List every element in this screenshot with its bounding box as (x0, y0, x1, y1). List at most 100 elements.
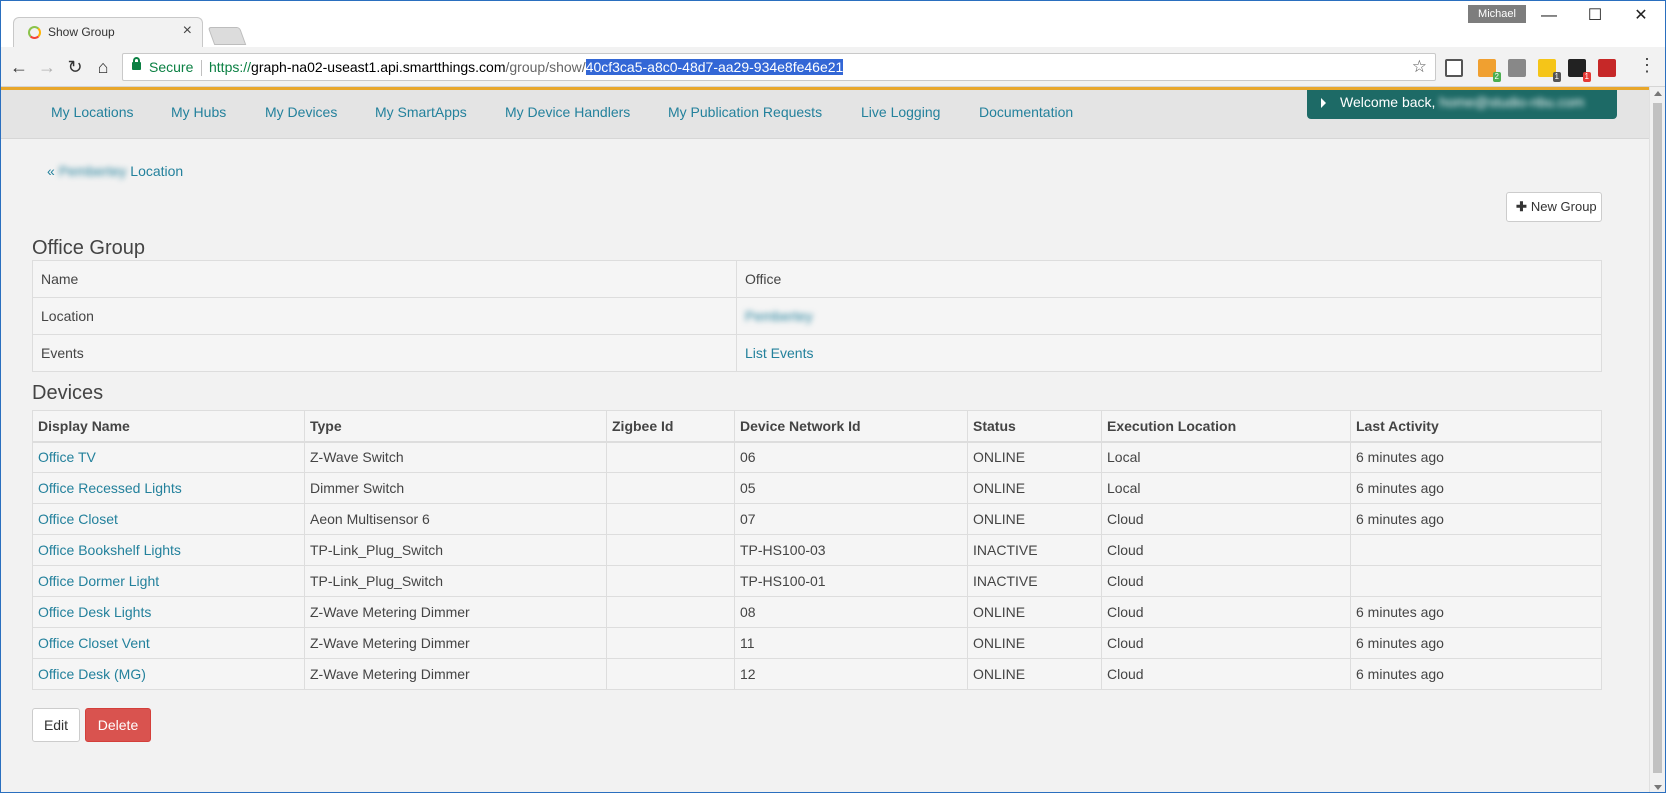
device-link[interactable]: Office Closet (38, 511, 118, 527)
cell-execution-location: Cloud (1101, 658, 1351, 690)
table-row: Office Dormer Light TP-Link_Plug_Switch TP… (32, 565, 1602, 597)
forward-button[interactable]: → (35, 55, 59, 79)
breadcrumb-location-link[interactable]: « Pembertey Location (47, 163, 183, 179)
scroll-down-icon[interactable] (1654, 785, 1662, 790)
column-header: Zigbee Id (606, 410, 735, 443)
column-header: Execution Location (1101, 410, 1351, 443)
secure-label: Secure (149, 59, 194, 75)
reload-button[interactable]: ↻ (63, 55, 87, 79)
cell-status: INACTIVE (967, 534, 1102, 566)
cell-display-name: Office TV (32, 441, 305, 473)
cell-device-network-id: TP-HS100-03 (734, 534, 968, 566)
cell-zigbee-id (606, 472, 735, 504)
url-host: graph-na02-useast1.api.smartthings.com (251, 59, 506, 75)
url-path: /group/show/ (505, 59, 586, 75)
property-value: Office (736, 260, 1602, 298)
cell-type: Z-Wave Switch (304, 441, 607, 473)
welcome-text: Welcome back, (1340, 94, 1436, 110)
close-window-button[interactable]: ✕ (1621, 5, 1661, 27)
device-link[interactable]: Office Desk (MG) (38, 666, 146, 682)
pocket-icon[interactable] (1508, 59, 1526, 77)
cell-display-name: Office Closet (32, 503, 305, 535)
location-link[interactable]: Pembertey (745, 308, 813, 324)
nav-live-logging[interactable]: Live Logging (861, 104, 940, 120)
nav-my-publication-requests[interactable]: My Publication Requests (668, 104, 822, 120)
device-link[interactable]: Office Desk Lights (38, 604, 151, 620)
column-header: Type (304, 410, 607, 443)
page-scrollbar[interactable] (1649, 87, 1665, 792)
extension-badge: 2 (1492, 72, 1501, 82)
new-tab-button[interactable] (207, 27, 247, 45)
cell-zigbee-id (606, 534, 735, 566)
cast-icon[interactable] (1445, 59, 1463, 77)
table-row: Office Bookshelf Lights TP-Link_Plug_Swit… (32, 534, 1602, 566)
cell-device-network-id: 12 (734, 658, 968, 690)
back-button[interactable]: ← (7, 55, 31, 79)
nav-my-device-handlers[interactable]: My Device Handlers (505, 104, 630, 120)
address-bar[interactable]: Secure https://graph-na02-useast1.api.sm… (122, 53, 1436, 81)
top-navigation: My Locations My Hubs My Devices My Smart… (1, 90, 1649, 139)
home-button[interactable]: ⌂ (91, 55, 115, 79)
tab-close-icon[interactable]: × (183, 22, 192, 40)
browser-menu-icon[interactable]: ⋮ (1638, 55, 1656, 76)
cell-last-activity: 6 minutes ago (1350, 658, 1602, 690)
url-text[interactable]: https://graph-na02-useast1.api.smartthin… (209, 59, 844, 75)
device-link[interactable]: Office Bookshelf Lights (38, 542, 181, 558)
nav-my-locations[interactable]: My Locations (51, 104, 133, 120)
welcome-menu[interactable]: Welcome back, home@studio-nbu.com (1307, 90, 1617, 119)
new-group-button[interactable]: ✚ New Group (1506, 192, 1602, 222)
nav-documentation[interactable]: Documentation (979, 104, 1073, 120)
amazon-icon[interactable]: 1 (1568, 59, 1591, 82)
table-row: Location Pembertey (32, 297, 1602, 335)
property-label: Location (32, 297, 737, 335)
column-header: Display Name (32, 410, 305, 443)
cell-status: ONLINE (967, 627, 1102, 659)
cell-last-activity: 6 minutes ago (1350, 627, 1602, 659)
extension-badge: 1 (1552, 72, 1561, 82)
delete-button[interactable]: Delete (85, 708, 151, 742)
table-row: Events List Events (32, 334, 1602, 372)
cell-status: INACTIVE (967, 565, 1102, 597)
cell-execution-location: Cloud (1101, 503, 1351, 535)
table-row: Name Office (32, 260, 1602, 298)
scroll-thumb[interactable] (1653, 103, 1662, 773)
bookmark-star-icon[interactable]: ☆ (1412, 57, 1427, 77)
device-link[interactable]: Office TV (38, 449, 96, 465)
browser-window: Show Group × Michael — ☐ ✕ ← → ↻ ⌂ Secur… (0, 0, 1666, 793)
cell-type: TP-Link_Plug_Switch (304, 565, 607, 597)
extension-orange-icon[interactable]: 2 (1478, 59, 1501, 82)
nav-my-smartapps[interactable]: My SmartApps (375, 104, 467, 120)
device-link[interactable]: Office Dormer Light (38, 573, 159, 589)
cell-zigbee-id (606, 441, 735, 473)
extension-badge: 1 (1582, 72, 1591, 82)
cell-status: ONLINE (967, 441, 1102, 473)
cell-execution-location: Cloud (1101, 534, 1351, 566)
cell-display-name: Office Bookshelf Lights (32, 534, 305, 566)
breadcrumb-suffix: Location (130, 163, 184, 179)
maximize-button[interactable]: ☐ (1575, 5, 1615, 27)
devices-table: Display Name Type Zigbee Id Device Netwo… (32, 410, 1602, 690)
nav-my-hubs[interactable]: My Hubs (171, 104, 226, 120)
cell-type: Z-Wave Metering Dimmer (304, 658, 607, 690)
column-header: Status (967, 410, 1102, 443)
browser-tab[interactable]: Show Group × (13, 17, 203, 47)
lastpass-icon[interactable]: 1 (1538, 59, 1561, 82)
breadcrumb-arrow: « (47, 163, 55, 179)
minimize-button[interactable]: — (1529, 5, 1569, 27)
acrobat-icon[interactable] (1598, 59, 1616, 77)
device-link[interactable]: Office Recessed Lights (38, 480, 182, 496)
device-link[interactable]: Office Closet Vent (38, 635, 150, 651)
edit-button[interactable]: Edit (32, 708, 80, 742)
new-group-label: New Group (1530, 199, 1597, 214)
cell-zigbee-id (606, 658, 735, 690)
profile-name[interactable]: Michael (1468, 5, 1526, 23)
cell-last-activity (1350, 565, 1602, 597)
table-row: Office Desk (MG) Z-Wave Metering Dimmer 12… (32, 658, 1602, 690)
cell-status: ONLINE (967, 658, 1102, 690)
nav-my-devices[interactable]: My Devices (265, 104, 337, 120)
scroll-up-icon[interactable] (1654, 91, 1662, 96)
cell-zigbee-id (606, 596, 735, 628)
cell-display-name: Office Closet Vent (32, 627, 305, 659)
cell-last-activity: 6 minutes ago (1350, 441, 1602, 473)
list-events-link[interactable]: List Events (745, 345, 813, 361)
